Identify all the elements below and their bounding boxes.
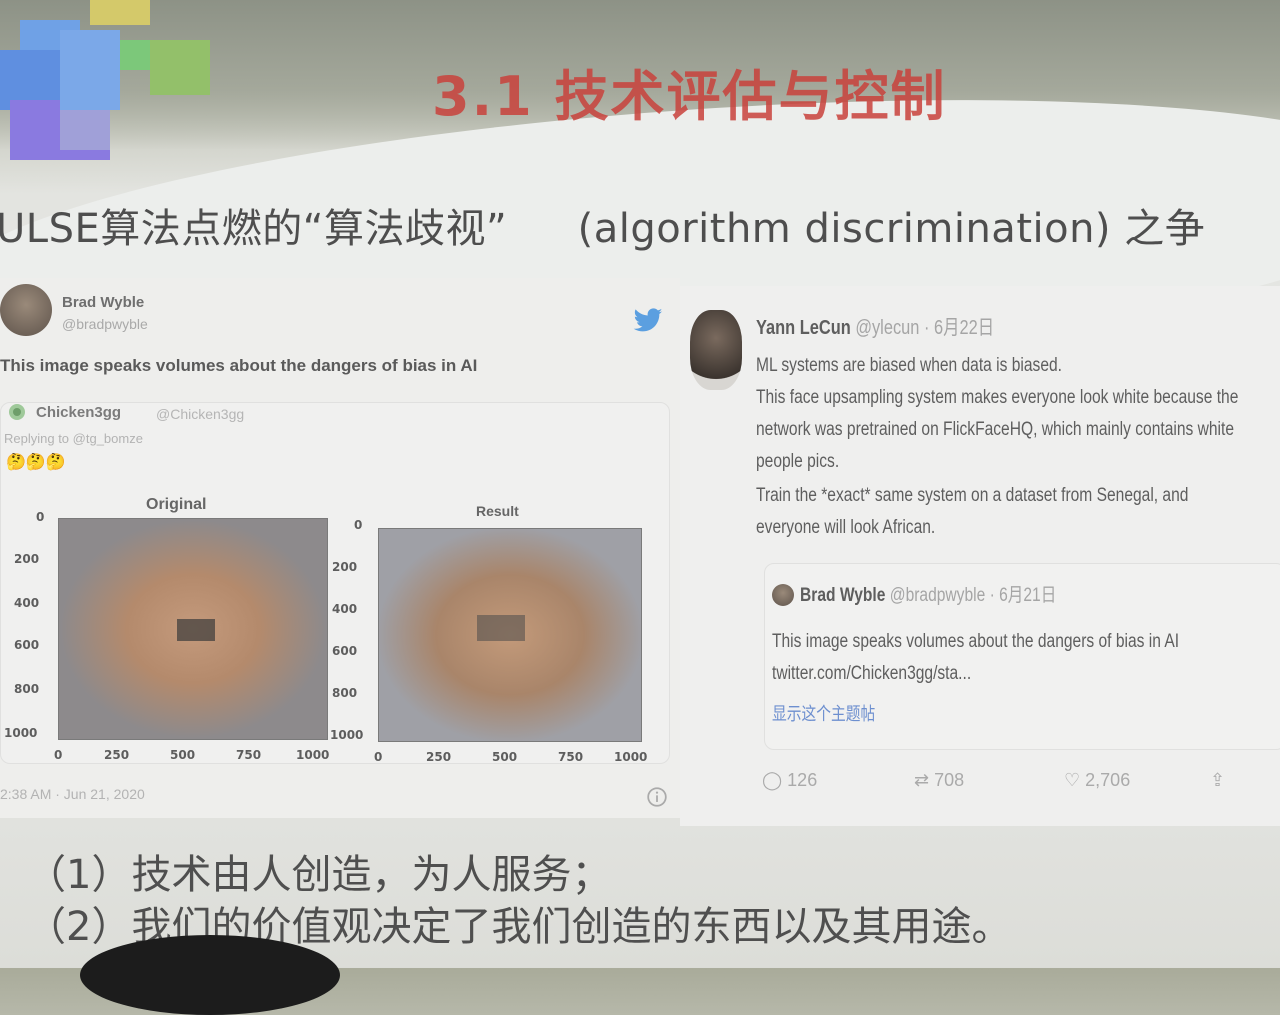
share-button[interactable]: ⇪ bbox=[1210, 770, 1225, 791]
subtitle-left: ULSE算法点燃的“算法歧视” bbox=[0, 206, 508, 252]
tweet-author: Brad Wyble bbox=[62, 294, 145, 311]
y-tick: 400 bbox=[332, 602, 358, 616]
reply-icon: ◯ bbox=[762, 770, 783, 790]
like-button[interactable]: ♡ 2,706 bbox=[1064, 770, 1130, 791]
tweet-handle: @ylecun bbox=[855, 317, 920, 339]
reply-count: 126 bbox=[787, 770, 818, 790]
pixel-logo-icon bbox=[0, 0, 210, 160]
x-tick: 500 bbox=[170, 748, 196, 762]
y-tick: 0 bbox=[36, 510, 45, 524]
y-tick: 600 bbox=[14, 638, 40, 652]
show-thread-link[interactable]: 显示这个主题帖 bbox=[772, 698, 875, 730]
tweet-line: ML systems are biased when data is biase… bbox=[756, 355, 1062, 376]
y-tick: 600 bbox=[332, 644, 358, 658]
slide-subtitle: ULSE算法点燃的“算法歧视” (algorithm discriminatio… bbox=[0, 196, 1205, 254]
x-tick: 250 bbox=[426, 750, 452, 764]
original-face-image bbox=[58, 518, 328, 740]
quoted-text: This image speaks volumes about the dang… bbox=[772, 631, 1180, 652]
x-tick: 0 bbox=[374, 750, 383, 764]
y-tick: 800 bbox=[332, 686, 358, 700]
y-tick: 0 bbox=[354, 518, 363, 532]
x-tick: 0 bbox=[54, 748, 63, 762]
y-tick: 800 bbox=[14, 682, 40, 696]
chicken-avatar-icon bbox=[9, 404, 25, 420]
quoted-author: Chicken3gg bbox=[36, 404, 122, 421]
quoted-link[interactable]: twitter.com/Chicken3gg/sta... bbox=[772, 658, 971, 690]
replying-to: Replying to @tg_bomze bbox=[4, 431, 143, 446]
pixelated-eyes bbox=[477, 615, 525, 641]
x-tick: 500 bbox=[492, 750, 518, 764]
quoted-author: Brad Wyble bbox=[800, 585, 886, 606]
share-icon: ⇪ bbox=[1210, 770, 1226, 790]
tweet-line: This face upsampling system makes everyo… bbox=[756, 387, 1239, 408]
tweet-line: network was pretrained on FlickFaceHQ, w… bbox=[756, 419, 1234, 440]
avatar bbox=[772, 584, 794, 606]
tweet-header: Yann LeCun @ylecun · 6月22日 bbox=[756, 312, 994, 344]
result-face-image bbox=[378, 528, 642, 742]
x-tick: 1000 bbox=[614, 750, 648, 764]
tweet-line: Train the *exact* same system on a datas… bbox=[756, 485, 1189, 506]
tweet-line: people pics. bbox=[756, 451, 840, 472]
x-tick: 250 bbox=[104, 748, 130, 762]
retweet-button[interactable]: ⇄ 708 bbox=[914, 770, 964, 791]
subtitle-right: (algorithm discrimination) 之争 bbox=[577, 206, 1206, 252]
slide-title: 3.1 技术评估与控制 bbox=[432, 65, 947, 128]
plot-title-original: Original bbox=[146, 496, 207, 513]
tweet-date: · 6月22日 bbox=[923, 317, 995, 339]
twitter-bird-icon bbox=[633, 308, 663, 332]
retweet-icon: ⇄ bbox=[914, 770, 930, 790]
info-icon[interactable] bbox=[646, 786, 668, 808]
quoted-header: Brad Wyble @bradpwyble · 6月21日 bbox=[800, 580, 1056, 612]
y-tick: 200 bbox=[332, 560, 358, 574]
tweet-text: This image speaks volumes about the dang… bbox=[0, 356, 478, 375]
x-tick: 1000 bbox=[296, 748, 330, 762]
pixelated-eyes bbox=[177, 619, 215, 641]
like-count: 2,706 bbox=[1085, 770, 1131, 790]
tweet-line: everyone will look African. bbox=[756, 517, 936, 538]
quoted-handle: @Chicken3gg bbox=[156, 406, 245, 422]
y-tick: 400 bbox=[14, 596, 40, 610]
tweet-timestamp: 2:38 AM · Jun 21, 2020 bbox=[0, 786, 145, 802]
point-1: （1）技术由人创造，为人服务； bbox=[26, 852, 612, 898]
y-tick: 200 bbox=[14, 552, 40, 566]
avatar bbox=[0, 284, 52, 336]
retweet-count: 708 bbox=[934, 770, 965, 790]
tweet-handle: @bradpwyble bbox=[62, 316, 148, 332]
tweet-author: Yann LeCun bbox=[756, 317, 851, 339]
reply-button[interactable]: ◯ 126 bbox=[762, 770, 817, 791]
x-tick: 750 bbox=[236, 748, 262, 762]
audience-head-silhouette bbox=[80, 935, 340, 1015]
thinking-emoji: 🤔🤔🤔 bbox=[6, 454, 66, 471]
quoted-handle: @bradpwyble bbox=[889, 585, 986, 606]
heart-icon: ♡ bbox=[1064, 770, 1081, 790]
slide: 3.1 技术评估与控制 ULSE算法点燃的“算法歧视” (algorithm d… bbox=[0, 0, 1280, 1015]
y-tick: 1000 bbox=[4, 726, 38, 740]
avatar bbox=[690, 310, 742, 390]
plot-title-result: Result bbox=[476, 503, 519, 519]
y-tick: 1000 bbox=[330, 728, 364, 742]
quoted-date: · 6月21日 bbox=[989, 585, 1057, 606]
x-tick: 750 bbox=[558, 750, 584, 764]
